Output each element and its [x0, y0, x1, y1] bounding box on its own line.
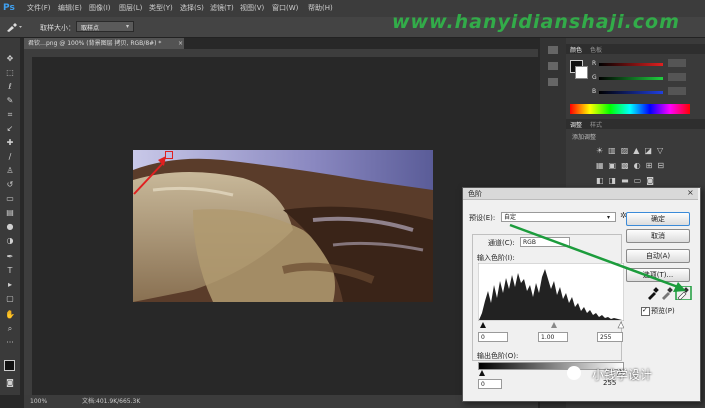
input-black-value: 0 [481, 334, 485, 341]
channel-b-slider[interactable] [599, 91, 663, 94]
document-tab[interactable]: 君钦…png @ 100% (背景图层 拷贝, RGB/8#) * [24, 38, 184, 49]
status-bar: 100% 文档:401.9K/665.3K [24, 395, 538, 408]
tab-color[interactable]: 颜色 [570, 45, 582, 54]
input-gamma-field[interactable]: 1.00 [538, 332, 568, 342]
sample-size-select[interactable]: 取样点 ▾ [76, 21, 134, 32]
checkmark-icon: ✓ [642, 306, 648, 314]
adjustment-icons-row3[interactable]: ◧◨▬▭◙ [596, 176, 659, 185]
zoom-tool-icon[interactable]: ⌕ [5, 324, 15, 334]
input-white-slider[interactable] [617, 321, 624, 329]
zoom-level[interactable]: 100% [30, 395, 47, 408]
input-black-slider[interactable] [480, 322, 486, 328]
channel-g-value[interactable] [668, 73, 686, 81]
annotation-arrow-red [133, 156, 166, 195]
preset-label: 预设(E): [469, 214, 496, 222]
menu-filter[interactable]: 滤镜(T) [210, 3, 234, 13]
eraser-tool-icon[interactable]: ▭ [5, 194, 15, 204]
tab-adjustments[interactable]: 调整 [570, 120, 582, 129]
dialog-close-icon[interactable]: × [687, 188, 694, 197]
document-photo[interactable] [133, 150, 433, 302]
quick-select-tool-icon[interactable]: ✎ [5, 96, 15, 106]
ruler-vertical [24, 57, 32, 395]
menu-image[interactable]: 图像(I) [89, 3, 111, 13]
color-background-swatch[interactable] [575, 66, 588, 79]
menu-edit[interactable]: 编辑(E) [58, 3, 82, 13]
path-select-tool-icon[interactable]: ▸ [5, 280, 15, 290]
pen-tool-icon[interactable]: ✒ [5, 252, 15, 262]
channel-g-label: G [592, 74, 597, 81]
preview-checkbox[interactable]: ✓ [641, 306, 650, 316]
color-spectrum-bar[interactable] [570, 104, 690, 114]
document-tab-title: 君钦…png @ 100% (背景图层 拷贝, RGB/8#) * [28, 40, 162, 47]
input-white-field[interactable]: 255 [597, 332, 623, 342]
photoshop-logo: Ps [3, 3, 15, 13]
foreground-color-swatch[interactable] [4, 360, 15, 371]
healing-tool-icon[interactable]: ✚ [5, 138, 15, 148]
hand-tool-icon[interactable]: ✋ [5, 310, 15, 320]
annotation-arrow-green [509, 223, 686, 292]
input-gamma-value: 1.00 [541, 334, 555, 341]
move-tool-icon[interactable]: ✥ [5, 54, 15, 64]
channel-g-slider[interactable] [599, 77, 663, 80]
menu-select[interactable]: 选择(S) [180, 3, 204, 13]
blur-tool-icon[interactable]: ● [5, 222, 15, 232]
channel-r-label: R [592, 60, 597, 67]
gradient-tool-icon[interactable]: ▤ [5, 208, 15, 218]
eyedropper-icon[interactable] [6, 22, 24, 32]
input-white-value: 255 [600, 334, 612, 341]
history-brush-tool-icon[interactable]: ↺ [5, 180, 15, 190]
output-black-value: 0 [481, 381, 485, 388]
adjustment-icons-row2[interactable]: ▦▣▩◐⊞⊟ [596, 161, 669, 170]
tools-panel: ✥ ⬚ ℓ ✎ ⌗ ↙ ✚ ∕ ♙ ↺ ▭ ▤ ● ◑ ✒ T ▸ ▢ ✋ ⌕ … [0, 38, 20, 395]
menu-view[interactable]: 视图(V) [240, 3, 264, 13]
wechat-caption: 小钱学设计 [592, 368, 653, 382]
ruler-horizontal [24, 49, 538, 57]
menu-window[interactable]: 窗口(W) [272, 3, 298, 13]
crop-tool-icon[interactable]: ⌗ [5, 110, 15, 120]
marquee-tool-icon[interactable]: ⬚ [5, 68, 15, 78]
adjustment-icons-row1[interactable]: ☀▥▨▲◪▽ [596, 146, 668, 155]
properties-panel-icon[interactable] [548, 62, 558, 70]
more-tools-icon[interactable]: ··· [5, 338, 15, 348]
lasso-tool-icon[interactable]: ℓ [5, 82, 15, 92]
levels-titlebar: 色阶 × [463, 188, 698, 200]
tab-styles[interactable]: 样式 [590, 120, 602, 129]
stamp-tool-icon[interactable]: ♙ [5, 166, 15, 176]
channel-r-slider[interactable] [599, 63, 663, 66]
levels-title: 色阶 [468, 190, 482, 198]
output-black-field[interactable]: 0 [478, 379, 502, 389]
watermark-url: www.hanyidianshaji.com [392, 11, 680, 33]
sample-size-value: 取样点 [81, 25, 100, 32]
document-info[interactable]: 文档:401.9K/665.3K [82, 395, 140, 408]
menu-file[interactable]: 文件(F) [27, 3, 51, 13]
chevron-down-icon: ▾ [126, 23, 130, 30]
input-black-field[interactable]: 0 [478, 332, 508, 342]
type-tool-icon[interactable]: T [5, 266, 15, 276]
menu-type[interactable]: 类型(Y) [149, 3, 173, 13]
dodge-tool-icon[interactable]: ◑ [5, 236, 15, 246]
shape-tool-icon[interactable]: ▢ [5, 294, 15, 304]
close-icon[interactable]: × [178, 40, 183, 47]
adjustments-title: 添加调整 [572, 134, 597, 141]
input-slider-track[interactable] [478, 321, 624, 329]
preview-label: 预览(P) [651, 307, 675, 315]
eyedropper-tool-icon[interactable]: ↙ [5, 124, 15, 134]
quick-mask-icon[interactable]: ◙ [5, 378, 15, 388]
adjustments-panel-header: 调整 样式 [566, 119, 705, 129]
info-panel-icon[interactable] [548, 78, 558, 86]
channel-r-value[interactable] [668, 59, 686, 67]
output-levels-label: 输出色阶(O): [477, 352, 519, 360]
brush-tool-icon[interactable]: ∕ [5, 152, 15, 162]
channel-b-value[interactable] [668, 87, 686, 95]
tab-swatches[interactable]: 色板 [590, 45, 602, 54]
menu-help[interactable]: 帮助(H) [308, 3, 333, 13]
color-panel-header: 颜色 色板 [566, 44, 705, 54]
input-gamma-slider[interactable] [551, 322, 557, 328]
menu-layer[interactable]: 图层(L) [119, 3, 142, 13]
sample-size-label: 取样大小： [40, 24, 75, 32]
channel-b-label: B [592, 88, 597, 95]
wechat-logo-icon [567, 366, 581, 380]
output-black-slider[interactable] [479, 370, 485, 376]
history-panel-icon[interactable] [548, 46, 558, 54]
